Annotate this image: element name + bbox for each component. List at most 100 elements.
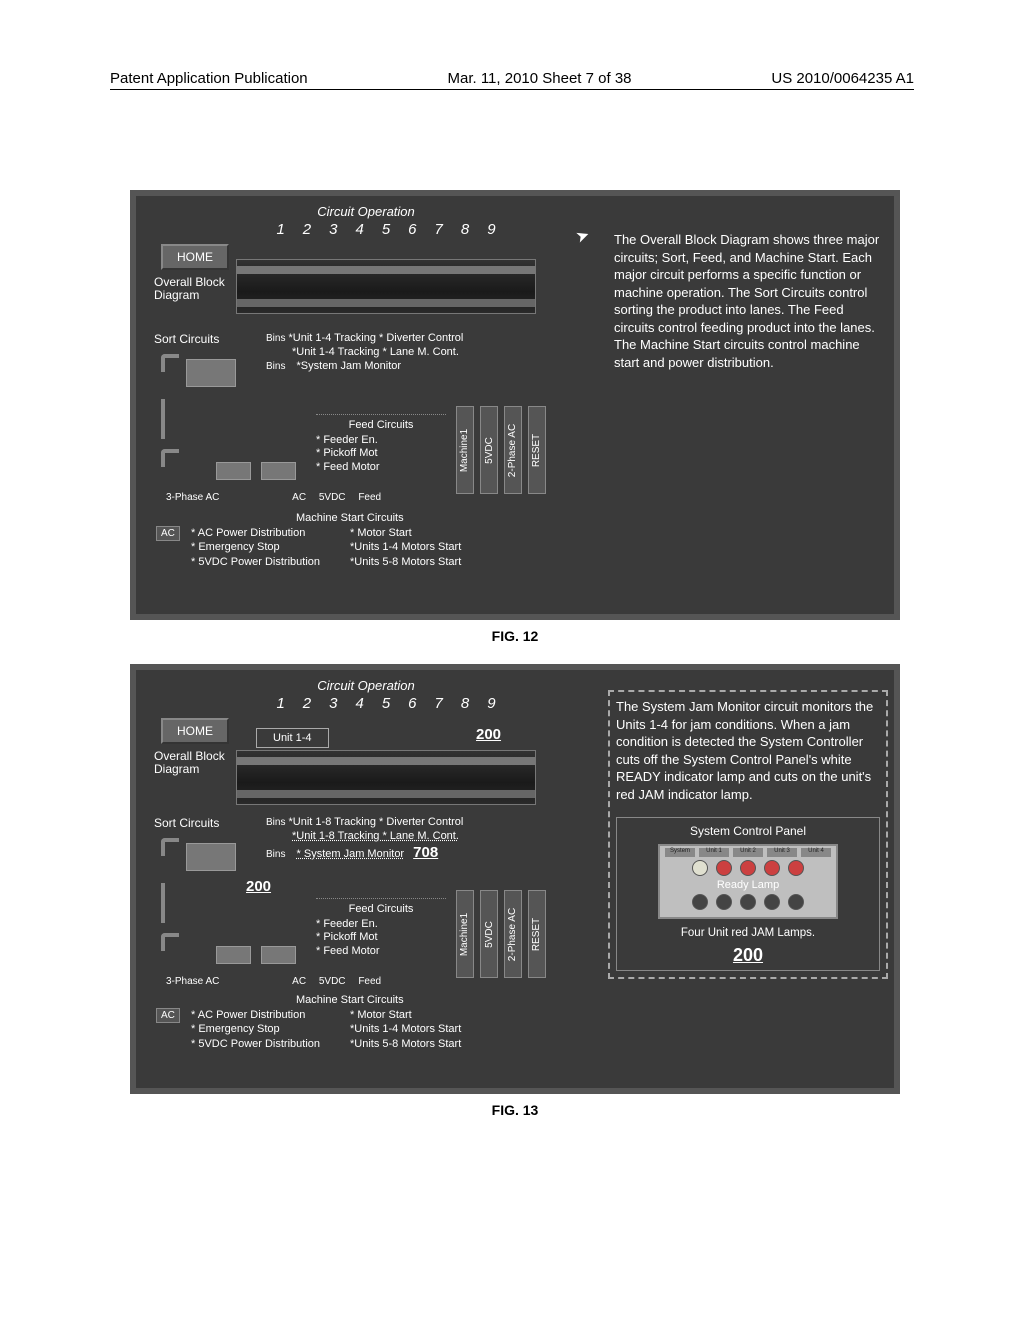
- diagram-area: Circuit Operation 1 2 3 4 5 6 7 8 9 HOME…: [146, 204, 586, 604]
- sort-circuits-label: Sort Circuits: [154, 332, 219, 346]
- step-5[interactable]: 5: [382, 695, 390, 712]
- ac-badge: AC: [156, 526, 180, 541]
- scp-lamp-row: [692, 860, 804, 876]
- step-6[interactable]: 6: [408, 695, 416, 712]
- arrow-icon: [161, 883, 179, 923]
- machine-photo: [236, 750, 536, 805]
- step-8[interactable]: 8: [461, 695, 469, 712]
- sort-circuits-label: Sort Circuits: [154, 816, 219, 830]
- scp-knob-row: [692, 894, 804, 910]
- ms-item: * 5VDC Power Distribution: [191, 555, 320, 569]
- bins-label-top: Bins: [266, 333, 285, 344]
- feed-item: * Feeder En.: [316, 434, 446, 447]
- step-4[interactable]: 4: [355, 221, 363, 238]
- knob-icon: [788, 894, 804, 910]
- page-header: Patent Application Publication Mar. 11, …: [110, 70, 914, 90]
- feed-item: * Pickoff Mot: [316, 447, 446, 460]
- scp-title: System Control Panel: [621, 824, 875, 838]
- bottom-labels: 3-Phase AC AC 5VDC Feed: [166, 976, 391, 987]
- header-right: US 2010/0064235 A1: [771, 70, 914, 87]
- home-button[interactable]: HOME: [161, 718, 229, 744]
- ms-item: * Emergency Stop: [191, 1022, 320, 1036]
- callout-708: 708: [413, 844, 438, 861]
- step-1[interactable]: 1: [276, 221, 284, 238]
- step-5[interactable]: 5: [382, 221, 390, 238]
- vbar: 2-Phase AC: [504, 406, 522, 494]
- ms-item: * 5VDC Power Distribution: [191, 1037, 320, 1051]
- arrow-icon: [161, 354, 179, 372]
- description-text: The System Jam Monitor circuit monitors …: [616, 698, 880, 803]
- scp-cell: System: [665, 848, 695, 857]
- jam-lamp-icon: [764, 860, 780, 876]
- feed-item: * Pickoff Mot: [316, 931, 446, 944]
- figure-13-panel: Circuit Operation 1 2 3 4 5 6 7 8 9 HOME…: [130, 664, 900, 1094]
- header-mid: Mar. 11, 2010 Sheet 7 of 38: [447, 70, 631, 87]
- vertical-labels: Machine1 5VDC 2-Phase AC RESET: [456, 888, 546, 978]
- panel-title: Circuit Operation: [146, 204, 586, 219]
- scp-cell: Unit 2: [733, 848, 763, 857]
- figure-13-caption: FIG. 13: [130, 1102, 900, 1118]
- arrow-icon: [161, 399, 179, 439]
- step-9[interactable]: 9: [487, 695, 495, 712]
- step-7[interactable]: 7: [435, 221, 443, 238]
- step-8[interactable]: 8: [461, 221, 469, 238]
- sort-item: *Unit 1-8 Tracking * Diverter Control: [289, 816, 464, 828]
- ms-item: * AC Power Distribution: [191, 526, 320, 540]
- machine-start-label: Machine Start Circuits: [296, 994, 404, 1006]
- scp-cell: Unit 3: [767, 848, 797, 857]
- diagram-area: Circuit Operation 1 2 3 4 5 6 7 8 9 HOME…: [146, 678, 586, 1078]
- sort-item: *Unit 1-4 Tracking * Lane M. Cont.: [292, 346, 459, 358]
- step-7[interactable]: 7: [435, 695, 443, 712]
- feed-item: * Feed Motor: [316, 461, 446, 474]
- ms-item: *Units 1-4 Motors Start: [350, 540, 461, 554]
- step-4[interactable]: 4: [355, 695, 363, 712]
- ms-item: *Units 1-4 Motors Start: [350, 1022, 461, 1036]
- scp-cell: Unit 4: [801, 848, 831, 857]
- vbar: 2-Phase AC: [504, 890, 522, 978]
- step-6[interactable]: 6: [408, 221, 416, 238]
- jam-lamp-icon: [716, 860, 732, 876]
- vbar: 5VDC: [480, 890, 498, 978]
- ms-item: *Units 5-8 Motors Start: [350, 1037, 461, 1051]
- sort-item[interactable]: *Unit 1-8 Tracking * Lane M. Cont.: [292, 830, 459, 842]
- figure-12-panel: ➤ Circuit Operation 1 2 3 4 5 6 7 8 9 HO…: [130, 190, 900, 620]
- jam-lamp-icon: [740, 860, 756, 876]
- step-2[interactable]: 2: [303, 221, 311, 238]
- bins-label-bot: Bins: [266, 361, 285, 372]
- block-icon: [261, 462, 296, 480]
- arrow-icon: [161, 933, 179, 951]
- jam-lamp-icon: [788, 860, 804, 876]
- sort-item: *Unit 1-4 Tracking * Diverter Control: [289, 332, 464, 344]
- step-3[interactable]: 3: [329, 221, 337, 238]
- step-1[interactable]: 1: [276, 695, 284, 712]
- sort-item-jam[interactable]: * System Jam Monitor: [297, 848, 405, 860]
- step-3[interactable]: 3: [329, 695, 337, 712]
- knob-icon: [740, 894, 756, 910]
- machine-start-items: * AC Power Distribution * Emergency Stop…: [191, 1008, 461, 1051]
- vbar: RESET: [528, 890, 546, 978]
- description-area: The Overall Block Diagram shows three ma…: [614, 231, 884, 371]
- sort-circuits-items: Bins *Unit 1-4 Tracking * Diverter Contr…: [266, 332, 463, 373]
- arrow-icon: [161, 449, 179, 467]
- step-numbers: 1 2 3 4 5 6 7 8 9: [146, 221, 586, 238]
- home-button[interactable]: HOME: [161, 244, 229, 270]
- feed-circuits: Feed Circuits * Feeder En. * Pickoff Mot…: [316, 414, 446, 474]
- bins-label-bot: Bins: [266, 849, 285, 860]
- block-icon: [186, 359, 236, 387]
- block-icon: [261, 946, 296, 964]
- ms-item: * Motor Start: [350, 526, 461, 540]
- panel-title: Circuit Operation: [146, 678, 586, 693]
- step-2[interactable]: 2: [303, 695, 311, 712]
- feed-circuits: Feed Circuits * Feeder En. * Pickoff Mot…: [316, 898, 446, 958]
- callout-200: 200: [476, 726, 501, 743]
- step-9[interactable]: 9: [487, 221, 495, 238]
- machine-photo: [236, 259, 536, 314]
- callout-200: 200: [733, 945, 763, 966]
- ms-item: * AC Power Distribution: [191, 1008, 320, 1022]
- knob-icon: [692, 894, 708, 910]
- ready-lamp-label: Ready Lamp: [717, 879, 779, 891]
- block-icon: [186, 843, 236, 871]
- sort-circuits-items: Bins *Unit 1-8 Tracking * Diverter Contr…: [266, 816, 463, 862]
- scp-subtitle: Four Unit red JAM Lamps.: [621, 927, 875, 939]
- ms-item: *Units 5-8 Motors Start: [350, 555, 461, 569]
